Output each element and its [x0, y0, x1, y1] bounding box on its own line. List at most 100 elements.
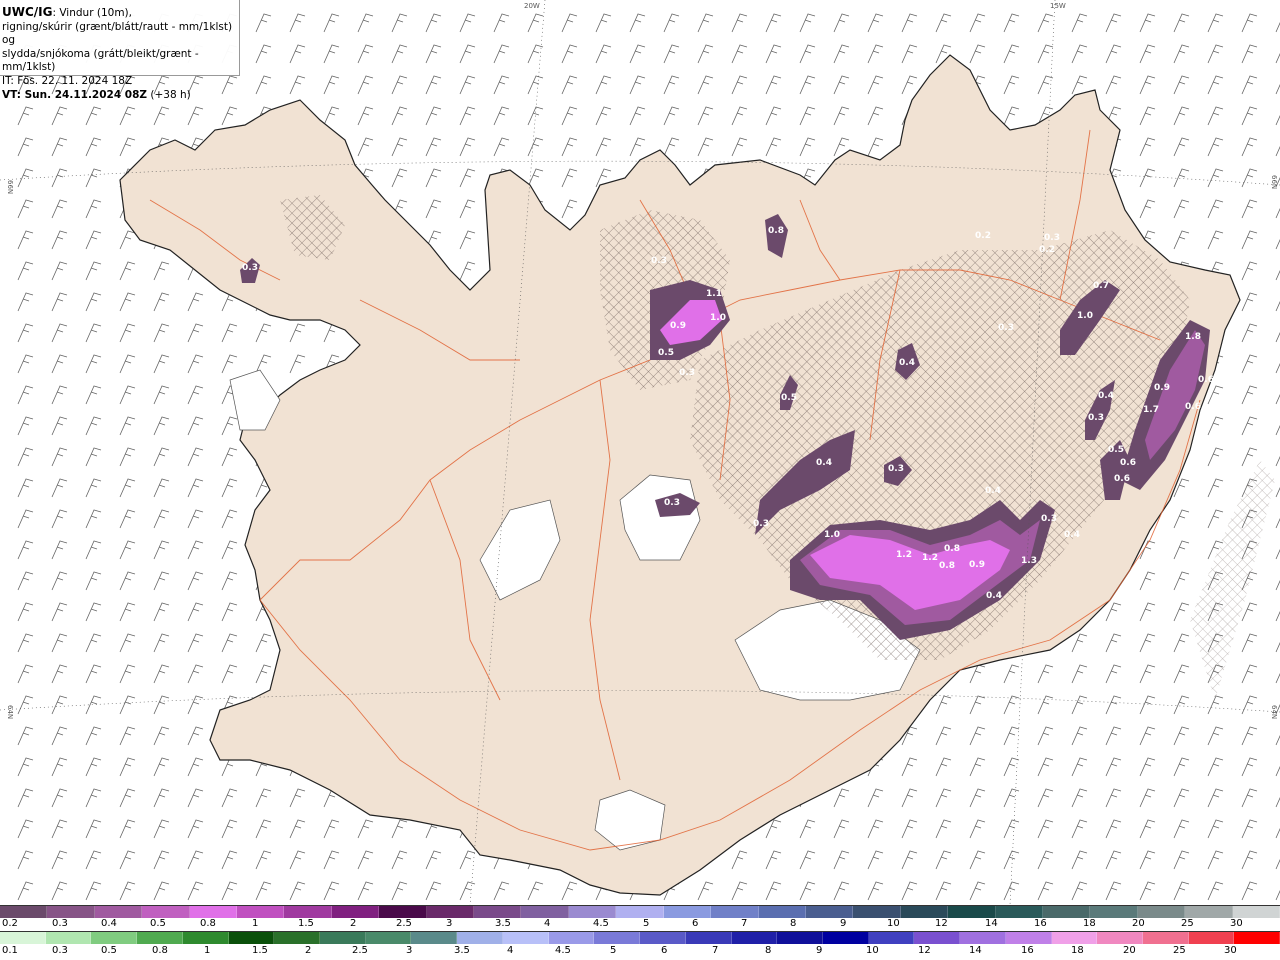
rain-colorbar-swatch [137, 932, 183, 944]
snow-colorbar-tick-label: 0.8 [200, 918, 216, 929]
rain-colorbar-tick-label: 10 [866, 945, 879, 956]
snow-colorbar-swatch [663, 906, 712, 918]
lat-label-66n-right: 66N [1270, 175, 1278, 189]
rain-colorbar-swatch [868, 932, 915, 944]
precip-value-label: 0.9 [969, 560, 985, 570]
snow-colorbar-swatch [237, 906, 285, 918]
snow-colorbar-tick-label: 14 [985, 918, 998, 929]
snow-colorbar-tick-label: 0.4 [101, 918, 117, 929]
snow-colorbar-tick-label: 0.2 [2, 918, 18, 929]
precip-value-label: 0.5 [658, 348, 674, 358]
precip-value-label: 1.2 [896, 550, 912, 560]
rain-colorbar-labels: 0.1 0.3 0.5 0.8 1 1.5 2 2.5 3 3.5 4 4.5 5 6 7 8 9 10 12 14 1… [0, 945, 1280, 958]
precip-value-label: 1.0 [824, 530, 840, 540]
snow-colorbar-swatch [142, 906, 190, 918]
snow-colorbar-swatch [474, 906, 522, 918]
rain-colorbar-tick-label: 2.5 [352, 945, 368, 956]
snow-colorbar-swatch [711, 906, 759, 918]
lead-time: (+38 h) [147, 88, 191, 101]
snow-colorbar-tick-label: 4 [544, 918, 551, 929]
precip-value-label: 0.8 [944, 544, 960, 554]
snow-colorbar-swatch [1042, 906, 1091, 918]
precip-value-label: 0.5 [781, 393, 797, 403]
precip-value-label: 1.0 [1077, 311, 1093, 321]
snow-colorbar-tick-label: 6 [692, 918, 699, 929]
lon-label-20w: 20W [524, 2, 540, 10]
snow-colorbar-swatch [853, 906, 901, 918]
snow-colorbar-tick-label: 2.5 [396, 918, 412, 929]
snow-colorbar-swatch [1232, 906, 1280, 918]
precip-value-label: 0.9 [670, 321, 686, 331]
rain-colorbar-swatch [365, 932, 412, 944]
rain-colorbar-tick-label: 4.5 [555, 945, 571, 956]
rain-colorbar-tick-label: 2 [305, 945, 312, 956]
snow-colorbar-tick-label: 2 [350, 918, 357, 929]
snow-colorbar-swatch [47, 906, 95, 918]
precip-value-label: 0.3 [651, 256, 667, 266]
rain-colorbar-swatch [1051, 932, 1098, 944]
rain-colorbar-tick-label: 8 [765, 945, 772, 956]
info-line-1: UWC/IG: Vindur (10m), [2, 5, 239, 21]
precip-value-label: 0.4 [816, 458, 832, 468]
precip-value-label: 0.6 [1185, 402, 1201, 412]
rain-colorbar-swatch [777, 932, 823, 944]
rain-colorbar-tick-label: 9 [816, 945, 823, 956]
precip-value-label: 0.3 [242, 263, 258, 273]
rain-colorbar-swatch [274, 932, 321, 944]
snow-colorbar-tick-label: 30 [1230, 918, 1243, 929]
snow-colorbar-tick-label: 0.5 [150, 918, 166, 929]
init-time: IT: Fös. 22. 11. 2024 18Z [2, 74, 133, 87]
precip-value-label: 1.7 [1143, 405, 1159, 415]
snow-colorbar-tick-label: 12 [935, 918, 948, 929]
precip-value-label: 0.7 [1093, 281, 1109, 291]
snow-colorbar-tick-label: 3.5 [495, 918, 511, 929]
snow-colorbar-swatch [521, 906, 569, 918]
rain-colorbar-tick-label: 4 [507, 945, 514, 956]
precip-value-label: 1.1 [706, 289, 722, 299]
rain-colorbar-swatch [685, 932, 732, 944]
rain-colorbar-tick-label: 1.5 [252, 945, 268, 956]
precip-value-label: 0.3 [1088, 413, 1104, 423]
weather-map: 20W 15W 66N 64N 66N 64N 0.3 0.3 1.1 0.9 1.0 0… [0, 0, 1280, 905]
precip-value-label: 1.2 [922, 553, 938, 563]
lat-label-66n-left: 66N [6, 180, 14, 194]
rain-colorbar-tick-label: 0.1 [2, 945, 18, 956]
snow-colorbar-swatch [1185, 906, 1233, 918]
rain-colorbar-swatch [594, 932, 641, 944]
rain-colorbar-tick-label: 18 [1071, 945, 1084, 956]
precip-value-label: 0.9 [1154, 383, 1170, 393]
rain-colorbar-tick-label: 12 [918, 945, 931, 956]
rain-colorbar-swatch [548, 932, 595, 944]
precip-value-label: 0.5 [1108, 445, 1124, 455]
precip-value-label: 0.2 [975, 231, 991, 241]
snow-colorbar [0, 905, 1280, 918]
snow-colorbar-swatch [94, 906, 143, 918]
lat-label-64n-left: 64N [6, 705, 14, 719]
precip-value-label: 0.6 [1120, 458, 1136, 468]
precip-value-label: 1.0 [710, 313, 726, 323]
rain-colorbar-tick-label: 16 [1021, 945, 1034, 956]
lon-label-15w: 15W [1050, 2, 1066, 10]
snow-colorbar-swatch [284, 906, 332, 918]
precip-value-label: 0.8 [768, 226, 784, 236]
precip-value-label: 1.8 [1185, 332, 1201, 342]
snow-colorbar-swatch [0, 906, 48, 918]
rain-colorbar-tick-label: 0.3 [52, 945, 68, 956]
model-name: UWC/IG [2, 5, 53, 19]
snow-colorbar-swatch [1090, 906, 1138, 918]
snow-colorbar-tick-label: 4.5 [593, 918, 609, 929]
variable-rain: rigning/skúrir (grænt/blátt/rautt - mm/1… [2, 20, 233, 47]
snow-colorbar-swatch [379, 906, 427, 918]
precip-value-label: 0.2 [1039, 245, 1055, 255]
snow-colorbar-tick-label: 1.5 [298, 918, 314, 929]
variable-snow: slydda/snjókoma (grátt/bleikt/grænt - mm… [2, 47, 199, 74]
rain-colorbar-swatch [914, 932, 961, 944]
rain-colorbar-tick-label: 7 [712, 945, 719, 956]
precip-value-label: 0.4 [986, 591, 1002, 601]
snow-colorbar-tick-label: 9 [840, 918, 847, 929]
rain-colorbar-swatch [320, 932, 366, 944]
precip-value-label: 0.8 [939, 561, 955, 571]
snow-colorbar-swatch [758, 906, 806, 918]
precip-value-label: 0.3 [1041, 514, 1057, 524]
snow-colorbar-tick-label: 25 [1181, 918, 1194, 929]
